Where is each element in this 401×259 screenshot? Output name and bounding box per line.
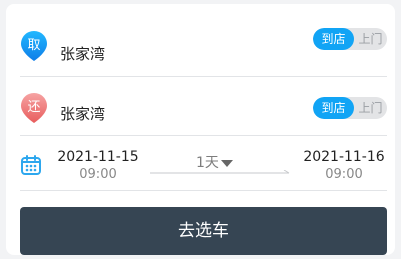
- divider: [20, 135, 387, 136]
- pickup-service-toggle[interactable]: 到店 上门: [313, 28, 387, 50]
- return-date: 2021-11-16: [303, 149, 385, 165]
- duration-value: 1天: [196, 155, 219, 171]
- return-location-row[interactable]: 还 张家湾 到店 上门: [6, 82, 395, 132]
- return-door-option[interactable]: 上门: [354, 97, 387, 119]
- duration-arrow-line: [150, 170, 290, 174]
- pickup-pin-badge: 取: [27, 38, 41, 53]
- return-datetime[interactable]: 2021-11-16 09:00: [300, 148, 388, 184]
- divider: [20, 190, 387, 191]
- return-pin-icon: 还: [20, 92, 48, 124]
- pickup-door-option[interactable]: 上门: [354, 28, 387, 50]
- calendar-icon: [21, 155, 41, 175]
- pickup-time: 09:00: [79, 167, 117, 182]
- pickup-datetime[interactable]: 2021-11-15 09:00: [54, 148, 142, 184]
- duration-selector[interactable]: 1天: [196, 152, 246, 172]
- return-service-toggle[interactable]: 到店 上门: [313, 97, 387, 119]
- return-store-option[interactable]: 到店: [313, 97, 354, 119]
- pickup-location-row[interactable]: 取 张家湾 到店 上门: [6, 22, 395, 70]
- select-car-button[interactable]: 去选车: [20, 207, 387, 255]
- pickup-pin-icon: 取: [20, 30, 48, 62]
- return-pin-badge: 还: [27, 100, 41, 115]
- return-location[interactable]: 张家湾: [60, 103, 105, 124]
- chevron-down-icon: [220, 159, 233, 167]
- booking-card: 取 张家湾 到店 上门 还 张家湾 到店 上门 2021-11-15 09:00…: [6, 4, 395, 255]
- pickup-store-option[interactable]: 到店: [313, 28, 354, 50]
- divider: [20, 76, 387, 77]
- pickup-location[interactable]: 张家湾: [60, 43, 105, 64]
- return-time: 09:00: [325, 167, 363, 182]
- pickup-date: 2021-11-15: [57, 149, 139, 165]
